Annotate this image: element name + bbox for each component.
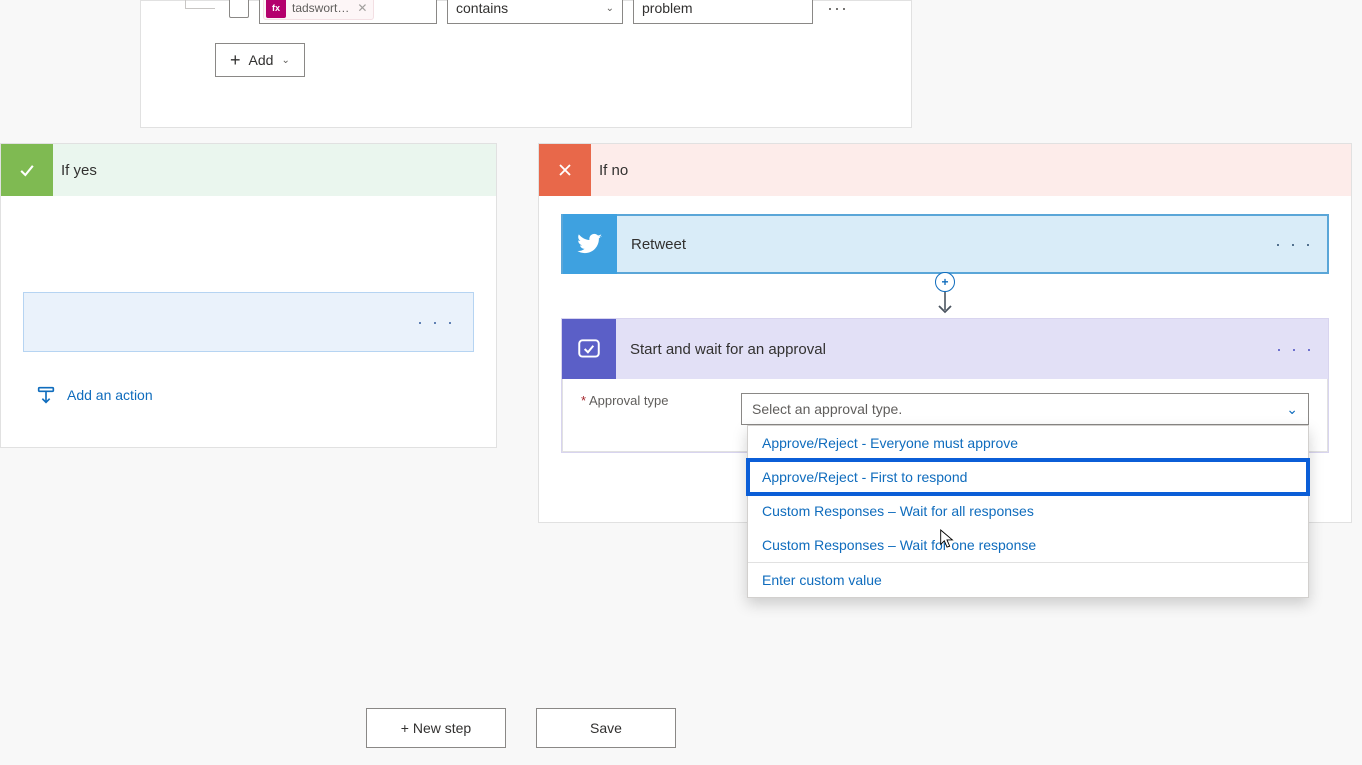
footer-buttons: + New step Save	[366, 708, 676, 748]
chevron-down-icon: ⌄	[281, 55, 289, 66]
if-no-branch: If no Retweet · · · +	[538, 143, 1352, 523]
approval-type-dropdown: Approve/Reject - Everyone must approve A…	[747, 425, 1309, 598]
fx-icon: fx	[266, 0, 286, 18]
if-yes-header[interactable]: If yes	[1, 144, 496, 196]
option-enter-custom[interactable]: Enter custom value	[748, 563, 1308, 597]
condition-card: fx tadswort… ✕ contains ⌄ problem ··· + …	[140, 0, 912, 128]
condition-left-field[interactable]: fx tadswort… ✕	[259, 0, 437, 24]
approval-type-select[interactable]: Select an approval type. ⌄	[741, 393, 1309, 425]
more-icon[interactable]: · · ·	[1275, 234, 1313, 255]
new-step-button[interactable]: + New step	[366, 708, 506, 748]
approval-header[interactable]: Start and wait for an approval · · ·	[562, 319, 1328, 379]
required-star: *	[581, 393, 586, 408]
twitter-icon	[563, 214, 617, 274]
retweet-action-card[interactable]: Retweet · · ·	[561, 214, 1329, 274]
row-more-icon[interactable]: ···	[827, 0, 848, 19]
option-everyone-approve[interactable]: Approve/Reject - Everyone must approve	[748, 426, 1308, 460]
operator-value: contains	[456, 0, 508, 16]
insert-action-icon	[35, 384, 57, 406]
approval-icon	[562, 319, 616, 379]
check-icon	[1, 144, 53, 196]
option-custom-one[interactable]: Custom Responses – Wait for one response	[748, 528, 1308, 562]
plus-icon: +	[230, 50, 241, 71]
approval-title: Start and wait for an approval	[630, 341, 826, 358]
save-button[interactable]: Save	[536, 708, 676, 748]
add-action-text: Add an action	[67, 387, 153, 403]
add-label: Add	[249, 52, 274, 68]
connector: +	[561, 272, 1329, 320]
pill-remove-icon[interactable]: ✕	[357, 1, 367, 15]
pill-text: tadswort…	[292, 1, 349, 15]
approval-body: * Approval type Select an approval type.…	[562, 379, 1328, 452]
arrow-down-icon	[936, 292, 954, 320]
condition-value: problem	[642, 0, 693, 16]
if-no-title: If no	[599, 162, 628, 179]
if-yes-title: If yes	[61, 162, 97, 179]
condition-tree-line	[185, 0, 215, 9]
condition-value-field[interactable]: problem	[633, 0, 813, 24]
cross-icon	[539, 144, 591, 196]
approval-type-placeholder: Select an approval type.	[752, 401, 902, 417]
retweet-title: Retweet	[631, 236, 1275, 253]
add-action-link[interactable]: Add an action	[35, 384, 474, 406]
if-yes-branch: If yes · · · Add an action	[0, 143, 497, 448]
more-icon[interactable]: · · ·	[1276, 339, 1314, 360]
approval-action-card: Start and wait for an approval · · · * A…	[561, 318, 1329, 453]
condition-operator-select[interactable]: contains ⌄	[447, 0, 623, 24]
add-condition-button[interactable]: + Add ⌄	[215, 43, 305, 77]
insert-step-button[interactable]: +	[935, 272, 955, 292]
condition-checkbox[interactable]	[229, 0, 249, 18]
chevron-down-icon: ⌄	[606, 3, 614, 14]
approval-type-label: * Approval type	[581, 393, 731, 408]
yes-action-placeholder[interactable]: · · ·	[23, 292, 474, 352]
option-custom-all[interactable]: Custom Responses – Wait for all response…	[748, 494, 1308, 528]
option-first-respond[interactable]: Approve/Reject - First to respond	[748, 460, 1308, 494]
if-no-header[interactable]: If no	[539, 144, 1351, 196]
dynamic-content-pill[interactable]: fx tadswort… ✕	[263, 0, 374, 20]
chevron-down-icon: ⌄	[1286, 401, 1298, 418]
more-icon[interactable]: · · ·	[417, 312, 455, 333]
